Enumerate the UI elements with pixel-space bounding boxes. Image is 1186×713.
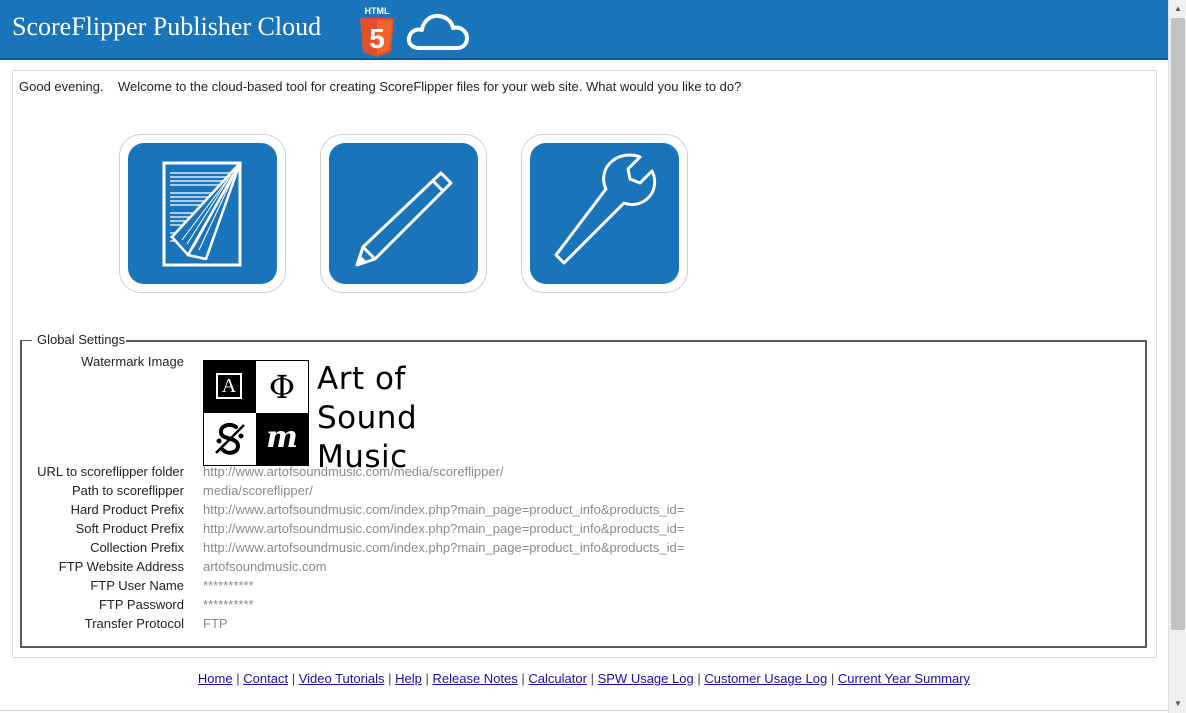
watermark-image: A Φ m Art of Sound Music <box>203 360 417 475</box>
logo-letter-a: A <box>221 375 237 397</box>
cloud-icon <box>406 13 469 50</box>
ftp-username-label: FTP User Name <box>90 578 184 593</box>
footer-separator: | <box>291 671 296 686</box>
transfer-protocol-value: FTP <box>203 616 228 631</box>
logo-cell-m: m <box>256 413 308 465</box>
tile-background <box>329 143 478 284</box>
logo-cell-segno <box>204 413 256 465</box>
app-header: ScoreFlipper Publisher Cloud HTML 5 <box>0 0 1168 60</box>
logo-text-line: Sound <box>317 400 418 436</box>
global-settings-fieldset: Global Settings Watermark Image A Φ m Ar… <box>20 332 1147 648</box>
logo-cell-phi: Φ <box>256 361 308 413</box>
html5-badge-text: HTML <box>365 6 390 16</box>
watermark-logo-text: Art of Sound Music <box>317 360 417 477</box>
scroll-down-arrow-icon[interactable]: ▼ <box>1169 695 1186 713</box>
ftp-address-label: FTP Website Address <box>58 559 184 574</box>
ftp-username-value: ********** <box>203 578 254 593</box>
footer-separator: | <box>521 671 525 686</box>
collection-prefix-value: http://www.artofsoundmusic.com/index.php… <box>203 540 685 555</box>
html5-logo-icon: HTML 5 <box>360 6 394 57</box>
footer-separator: | <box>830 671 835 686</box>
footer-link-contact[interactable]: Contact <box>243 671 288 686</box>
edit-scoreflipper-tile[interactable] <box>320 134 487 293</box>
logo-cell-a: A <box>204 361 256 413</box>
fieldset-border <box>125 340 1147 342</box>
soft-prefix-label: Soft Product Prefix <box>75 521 184 536</box>
app-title: ScoreFlipper Publisher Cloud <box>12 12 322 41</box>
url-folder-value: http://www.artofsoundmusic.com/media/sco… <box>203 464 504 479</box>
footer-separator: | <box>697 671 701 686</box>
watermark-logo-grid: A Φ m <box>203 360 309 466</box>
ftp-password-value: ********** <box>203 597 254 612</box>
ftp-password-label: FTP Password <box>98 597 184 612</box>
sheet-music-icon <box>162 161 242 267</box>
footer-link-calculator[interactable]: Calculator <box>528 671 587 686</box>
footer-link-current-year-summary[interactable]: Current Year Summary <box>838 671 970 686</box>
logo-text-line: Art of <box>317 361 406 397</box>
main-panel: Good evening. Welcome to the cloud-based… <box>12 70 1157 658</box>
segno-icon <box>215 423 245 455</box>
footer-link-spw-usage-log[interactable]: SPW Usage Log <box>598 671 694 686</box>
ftp-address-value: artofsoundmusic.com <box>203 559 327 574</box>
footer-nav: Home | Contact | Video Tutorials | Help … <box>0 671 1168 686</box>
logo-letter-phi: Φ <box>268 368 296 406</box>
hard-prefix-label: Hard Product Prefix <box>70 502 184 517</box>
footer-separator: | <box>388 671 392 686</box>
tile-background <box>530 143 679 284</box>
html5-number: 5 <box>369 23 385 54</box>
path-value: media/scoreflipper/ <box>203 483 313 498</box>
tile-background <box>128 143 277 284</box>
url-folder-label: URL to scoreflipper folder <box>37 464 184 479</box>
collection-prefix-label: Collection Prefix <box>90 540 184 555</box>
settings-tile[interactable] <box>521 134 688 293</box>
hard-prefix-value: http://www.artofsoundmusic.com/index.php… <box>203 502 685 517</box>
path-label: Path to scoreflipper <box>71 483 184 498</box>
footer-separator: | <box>425 671 429 686</box>
footer-link-release-notes[interactable]: Release Notes <box>433 671 518 686</box>
footer-link-customer-usage-log[interactable]: Customer Usage Log <box>704 671 827 686</box>
soft-prefix-value: http://www.artofsoundmusic.com/index.php… <box>203 521 685 536</box>
transfer-protocol-label: Transfer Protocol <box>84 616 184 631</box>
scroll-up-arrow-icon[interactable]: ▲ <box>1169 0 1186 18</box>
footer-link-video-tutorials[interactable]: Video Tutorials <box>299 671 385 686</box>
footer-separator: | <box>236 671 240 686</box>
watermark-label: Watermark Image <box>81 354 184 369</box>
footer-link-help[interactable]: Help <box>395 671 422 686</box>
vertical-scrollbar[interactable]: ▲ ▼ <box>1168 0 1186 713</box>
scroll-thumb[interactable] <box>1171 18 1185 630</box>
pencil-icon <box>355 171 453 267</box>
wrench-icon <box>554 153 657 265</box>
window-bottom-border <box>0 710 1168 711</box>
footer-link-home[interactable]: Home <box>198 671 233 686</box>
logo-letter-m: m <box>266 420 298 455</box>
fieldset-border <box>20 340 32 341</box>
welcome-message: Good evening. Welcome to the cloud-based… <box>19 79 742 94</box>
create-scoreflipper-tile[interactable] <box>119 134 286 293</box>
global-settings-legend: Global Settings <box>36 332 127 347</box>
footer-separator: | <box>590 671 594 686</box>
